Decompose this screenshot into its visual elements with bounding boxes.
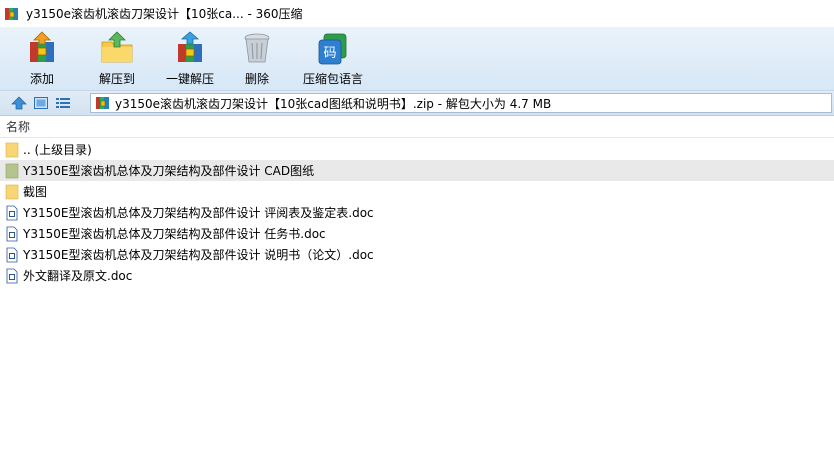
folder-icon bbox=[5, 163, 19, 178]
view-list-button[interactable] bbox=[52, 93, 74, 113]
toolbar: 添加 解压到 一键解压 删除 码 压缩包语言 bbox=[0, 27, 834, 90]
archive-language-button[interactable]: 码 压缩包语言 bbox=[302, 27, 364, 90]
list-item-task-doc[interactable]: Y3150E型滚齿机总体及刀架结构及部件设计 任务书.doc bbox=[0, 223, 834, 244]
arrow-up-icon bbox=[11, 96, 27, 110]
archive-language-button-label: 压缩包语言 bbox=[302, 72, 363, 86]
address-bar: y3150e滚齿机滚齿刀架设计【10张cad图纸和说明书】.zip - 解包大小… bbox=[0, 90, 834, 116]
folder-icon bbox=[5, 142, 19, 157]
delete-button[interactable]: 删除 bbox=[242, 27, 272, 90]
list-item-name: .. (上级目录) bbox=[23, 143, 92, 157]
address-field[interactable]: y3150e滚齿机滚齿刀架设计【10张cad图纸和说明书】.zip - 解包大小… bbox=[90, 93, 832, 113]
list-item-cad-folder[interactable]: Y3150E型滚齿机总体及刀架结构及部件设计 CAD图纸 bbox=[0, 160, 834, 181]
extract-to-button-label: 解压到 bbox=[98, 72, 135, 86]
language-glyph: 码 bbox=[323, 46, 336, 61]
list-item-name: 外文翻译及原文.doc bbox=[23, 269, 133, 283]
word-doc-icon bbox=[6, 268, 18, 283]
list-item-screenshots-folder[interactable]: 截图 bbox=[0, 181, 834, 202]
list-item-thesis-doc[interactable]: Y3150E型滚齿机总体及刀架结构及部件设计 说明书（论文）.doc bbox=[0, 244, 834, 265]
list-item-name: Y3150E型滚齿机总体及刀架结构及部件设计 说明书（论文）.doc bbox=[23, 248, 374, 262]
add-button-label: 添加 bbox=[29, 72, 54, 86]
list-item-translation-doc[interactable]: 外文翻译及原文.doc bbox=[0, 265, 834, 286]
window-title: y3150e滚齿机滚齿刀架设计【10张ca... - 360压缩 bbox=[26, 7, 303, 21]
one-click-extract-icon bbox=[178, 31, 202, 62]
list-item-name: Y3150E型滚齿机总体及刀架结构及部件设计 任务书.doc bbox=[23, 227, 326, 241]
one-click-extract-button-label: 一键解压 bbox=[165, 72, 214, 86]
archive-file-icon bbox=[96, 97, 109, 109]
add-button[interactable]: 添加 bbox=[22, 27, 62, 90]
list-item-name: Y3150E型滚齿机总体及刀架结构及部件设计 评阅表及鉴定表.doc bbox=[23, 206, 374, 220]
view-thumbnail-button[interactable] bbox=[30, 93, 52, 113]
thumbnail-view-icon bbox=[34, 97, 48, 109]
extract-to-icon bbox=[101, 31, 133, 63]
one-click-extract-button[interactable]: 一键解压 bbox=[164, 27, 216, 90]
add-archive-icon bbox=[30, 31, 54, 62]
word-doc-icon bbox=[6, 226, 18, 241]
folder-icon bbox=[5, 184, 19, 199]
title-bar: y3150e滚齿机滚齿刀架设计【10张ca... - 360压缩 bbox=[0, 0, 834, 27]
extract-to-button[interactable]: 解压到 bbox=[96, 27, 138, 90]
word-doc-icon bbox=[6, 205, 18, 220]
file-list: 名称 .. (上级目录) Y3150E型滚齿机总体及刀架结构及部件设计 CAD图… bbox=[0, 116, 834, 472]
list-item-parent-directory[interactable]: .. (上级目录) bbox=[0, 139, 834, 160]
address-path: y3150e滚齿机滚齿刀架设计【10张cad图纸和说明书】.zip - 解包大小… bbox=[115, 96, 552, 111]
list-item-name: 截图 bbox=[23, 185, 48, 199]
delete-trash-icon bbox=[244, 33, 270, 63]
archive-language-icon: 码 bbox=[318, 33, 347, 65]
list-view-icon bbox=[56, 98, 70, 108]
archive-app-icon bbox=[5, 7, 18, 20]
up-level-button[interactable] bbox=[8, 93, 30, 113]
list-item-review-doc[interactable]: Y3150E型滚齿机总体及刀架结构及部件设计 评阅表及鉴定表.doc bbox=[0, 202, 834, 223]
delete-button-label: 删除 bbox=[244, 72, 269, 86]
column-header-name[interactable]: 名称 bbox=[0, 116, 834, 138]
list-item-name: Y3150E型滚齿机总体及刀架结构及部件设计 CAD图纸 bbox=[23, 164, 315, 178]
word-doc-icon bbox=[6, 247, 18, 262]
